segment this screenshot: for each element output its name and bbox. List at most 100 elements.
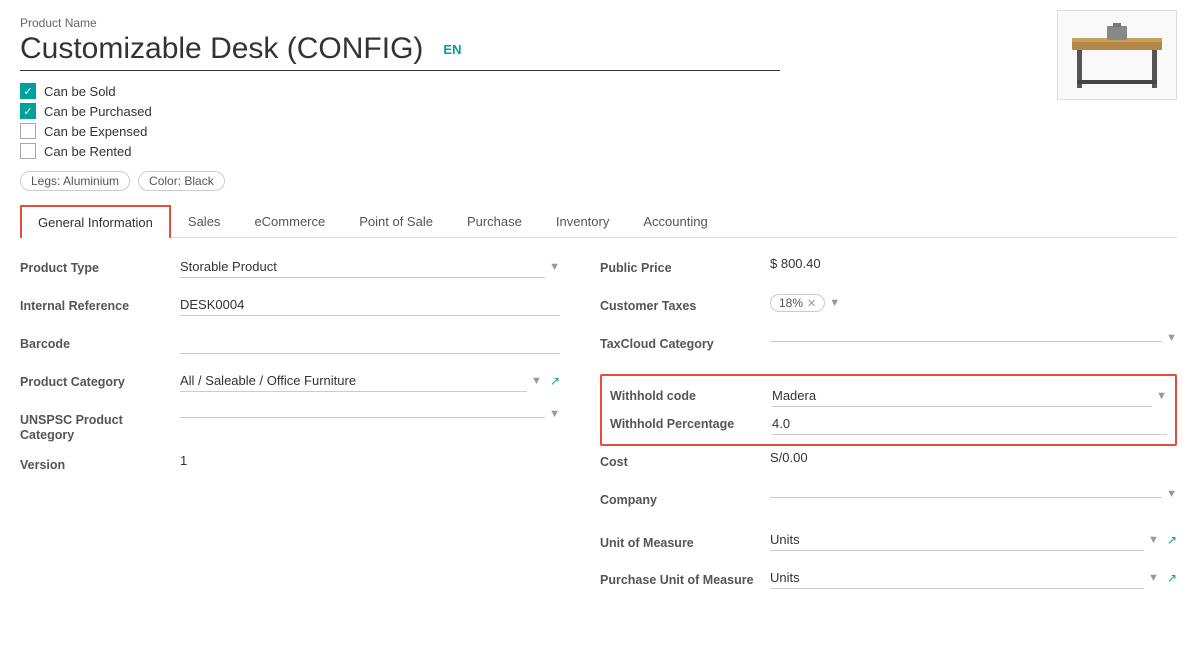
withhold-code-label: Withhold code	[610, 389, 772, 403]
tax-badge-text: 18%	[779, 296, 803, 310]
withhold-percentage-label: Withhold Percentage	[610, 417, 772, 431]
company-arrow-icon[interactable]: ▼	[1166, 488, 1177, 500]
product-type-select[interactable]: Storable Product	[180, 256, 545, 278]
version-value: 1	[180, 453, 560, 468]
product-type-value: Storable Product ▼	[180, 256, 560, 278]
version-label: Version	[20, 453, 180, 472]
unspsc-value: ▼	[180, 408, 560, 420]
checkbox-rented-label: Can be Rented	[44, 144, 131, 159]
version-text: 1	[180, 453, 187, 468]
taxcloud-select[interactable]	[770, 335, 1162, 342]
product-category-label: Product Category	[20, 370, 180, 389]
tax-badge[interactable]: 18% ✕	[770, 294, 825, 312]
unit-of-measure-arrow-icon[interactable]: ▼	[1148, 534, 1159, 546]
product-category-external-link-icon[interactable]: ↗	[550, 374, 560, 388]
barcode-row: Barcode	[20, 332, 560, 360]
unspsc-arrow-icon[interactable]: ▼	[549, 408, 560, 420]
purchase-unit-row: Purchase Unit of Measure Units ▼ ↗	[600, 564, 1177, 592]
product-category-arrow-icon[interactable]: ▼	[531, 375, 542, 387]
unspsc-label: UNSPSC Product Category	[20, 408, 180, 443]
checkbox-sold-box[interactable]	[20, 83, 36, 99]
unspsc-row: UNSPSC Product Category ▼	[20, 408, 560, 443]
barcode-value	[180, 332, 560, 354]
checkbox-rented-box[interactable]	[20, 143, 36, 159]
checkbox-purchased-box[interactable]	[20, 103, 36, 119]
product-category-row: Product Category All / Saleable / Office…	[20, 370, 560, 398]
unit-of-measure-label: Unit of Measure	[600, 531, 770, 550]
company-value: ▼	[770, 488, 1177, 500]
public-price-text: $ 800.40	[770, 256, 821, 271]
checkbox-can-be-expensed[interactable]: Can be Expensed	[20, 123, 1177, 139]
tab-general-information[interactable]: General Information	[20, 205, 171, 238]
taxcloud-arrow-icon[interactable]: ▼	[1166, 332, 1177, 344]
product-image	[1057, 10, 1177, 100]
internal-reference-value	[180, 294, 560, 316]
barcode-input[interactable]	[180, 332, 560, 354]
tag-color[interactable]: Color: Black	[138, 171, 225, 191]
withhold-code-select[interactable]: Madera	[772, 385, 1152, 407]
product-type-arrow-icon[interactable]: ▼	[549, 261, 560, 273]
public-price-value: $ 800.40	[770, 256, 1177, 271]
tab-accounting[interactable]: Accounting	[626, 205, 724, 237]
checkboxes-section: Can be Sold Can be Purchased Can be Expe…	[20, 83, 1177, 159]
purchase-unit-arrow-icon[interactable]: ▼	[1148, 572, 1159, 584]
checkbox-can-be-rented[interactable]: Can be Rented	[20, 143, 1177, 159]
withhold-code-row: Withhold code Madera ▼	[602, 382, 1175, 410]
cost-row: Cost S/0.00	[600, 450, 1177, 478]
taxcloud-row: TaxCloud Category ▼	[600, 332, 1177, 360]
purchase-unit-label: Purchase Unit of Measure	[600, 568, 770, 588]
unit-of-measure-value: Units ▼ ↗	[770, 529, 1177, 551]
taxcloud-value: ▼	[770, 332, 1177, 344]
tax-badge-remove-icon[interactable]: ✕	[807, 297, 816, 310]
page-container: Product Name Customizable Desk (CONFIG) …	[0, 0, 1197, 618]
withhold-box: Withhold code Madera ▼ Withhold Percenta…	[600, 374, 1177, 446]
checkbox-can-be-purchased[interactable]: Can be Purchased	[20, 103, 1177, 119]
company-select[interactable]	[770, 491, 1162, 498]
product-type-label: Product Type	[20, 256, 180, 275]
tabs-container: General Information Sales eCommerce Poin…	[20, 205, 1177, 238]
tab-point-of-sale[interactable]: Point of Sale	[342, 205, 450, 237]
tab-sales[interactable]: Sales	[171, 205, 238, 237]
product-category-select[interactable]: All / Saleable / Office Furniture	[180, 370, 527, 392]
unit-of-measure-external-link-icon[interactable]: ↗	[1167, 533, 1177, 547]
tab-ecommerce[interactable]: eCommerce	[237, 205, 342, 237]
cost-value: S/0.00	[770, 450, 1177, 465]
unit-of-measure-select[interactable]: Units	[770, 529, 1144, 551]
withhold-percentage-value	[772, 413, 1167, 435]
form-left: Product Type Storable Product ▼ Internal…	[20, 256, 560, 602]
product-name-label: Product Name	[20, 16, 1177, 30]
product-category-value: All / Saleable / Office Furniture ▼ ↗	[180, 370, 560, 392]
unspsc-select[interactable]	[180, 411, 545, 418]
customer-taxes-row: Customer Taxes 18% ✕ ▼	[600, 294, 1177, 322]
withhold-percentage-row: Withhold Percentage	[602, 410, 1175, 438]
tab-inventory[interactable]: Inventory	[539, 205, 626, 237]
purchase-unit-external-link-icon[interactable]: ↗	[1167, 571, 1177, 585]
public-price-label: Public Price	[600, 256, 770, 275]
public-price-row: Public Price $ 800.40	[600, 256, 1177, 284]
internal-reference-input[interactable]	[180, 294, 560, 316]
version-row: Version 1	[20, 453, 560, 481]
cost-label: Cost	[600, 450, 770, 469]
lang-badge[interactable]: EN	[443, 42, 461, 57]
cost-text: S/0.00	[770, 450, 808, 465]
withhold-code-arrow-icon[interactable]: ▼	[1156, 390, 1167, 402]
tags-row: Legs: Aluminium Color: Black	[20, 171, 1177, 191]
customer-taxes-value: 18% ✕ ▼	[770, 294, 1177, 312]
tag-legs[interactable]: Legs: Aluminium	[20, 171, 130, 191]
checkbox-can-be-sold[interactable]: Can be Sold	[20, 83, 1177, 99]
customer-taxes-label: Customer Taxes	[600, 294, 770, 313]
checkbox-sold-label: Can be Sold	[44, 84, 116, 99]
purchase-unit-select[interactable]: Units	[770, 567, 1144, 589]
product-type-row: Product Type Storable Product ▼	[20, 256, 560, 284]
tab-purchase[interactable]: Purchase	[450, 205, 539, 237]
checkbox-purchased-label: Can be Purchased	[44, 104, 152, 119]
unit-of-measure-row: Unit of Measure Units ▼ ↗	[600, 526, 1177, 554]
customer-taxes-arrow-icon[interactable]: ▼	[829, 297, 840, 309]
barcode-label: Barcode	[20, 332, 180, 351]
purchase-unit-value: Units ▼ ↗	[770, 567, 1177, 589]
company-label: Company	[600, 488, 770, 507]
checkbox-expensed-label: Can be Expensed	[44, 124, 147, 139]
taxcloud-label: TaxCloud Category	[600, 332, 770, 351]
withhold-percentage-input[interactable]	[772, 413, 1167, 435]
checkbox-expensed-box[interactable]	[20, 123, 36, 139]
